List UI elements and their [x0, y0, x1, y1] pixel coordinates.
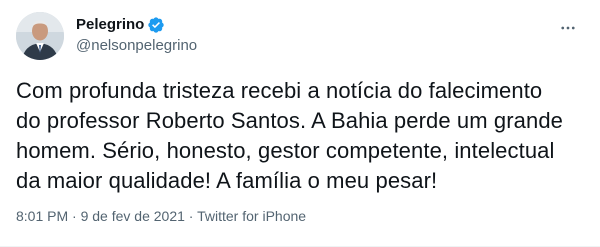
tweet-meta: 8:01 PM · 9 de fev de 2021 · Twitter for…	[16, 206, 306, 226]
tweet-card: Pelegrino @nelsonpelegrino Com profunda …	[0, 0, 600, 247]
verified-badge-icon	[147, 16, 165, 34]
tweet-header: Pelegrino @nelsonpelegrino	[16, 8, 584, 60]
tweet-date[interactable]: 9 de fev de 2021	[81, 208, 185, 224]
avatar[interactable]	[16, 12, 64, 60]
display-name[interactable]: Pelegrino	[76, 15, 144, 35]
tweet-text: Com profunda tristeza recebi a notícia d…	[16, 78, 563, 193]
tweet-source[interactable]: Twitter for iPhone	[197, 208, 306, 224]
more-options-icon[interactable]	[556, 16, 580, 40]
tweet-time[interactable]: 8:01 PM	[16, 208, 68, 224]
avatar-image	[16, 12, 64, 60]
meta-separator-2: ·	[184, 208, 198, 224]
user-handle[interactable]: @nelsonpelegrino	[76, 36, 197, 56]
author-names: Pelegrino @nelsonpelegrino	[76, 14, 197, 56]
meta-separator-1: ·	[68, 208, 81, 224]
display-name-row: Pelegrino	[76, 14, 197, 36]
